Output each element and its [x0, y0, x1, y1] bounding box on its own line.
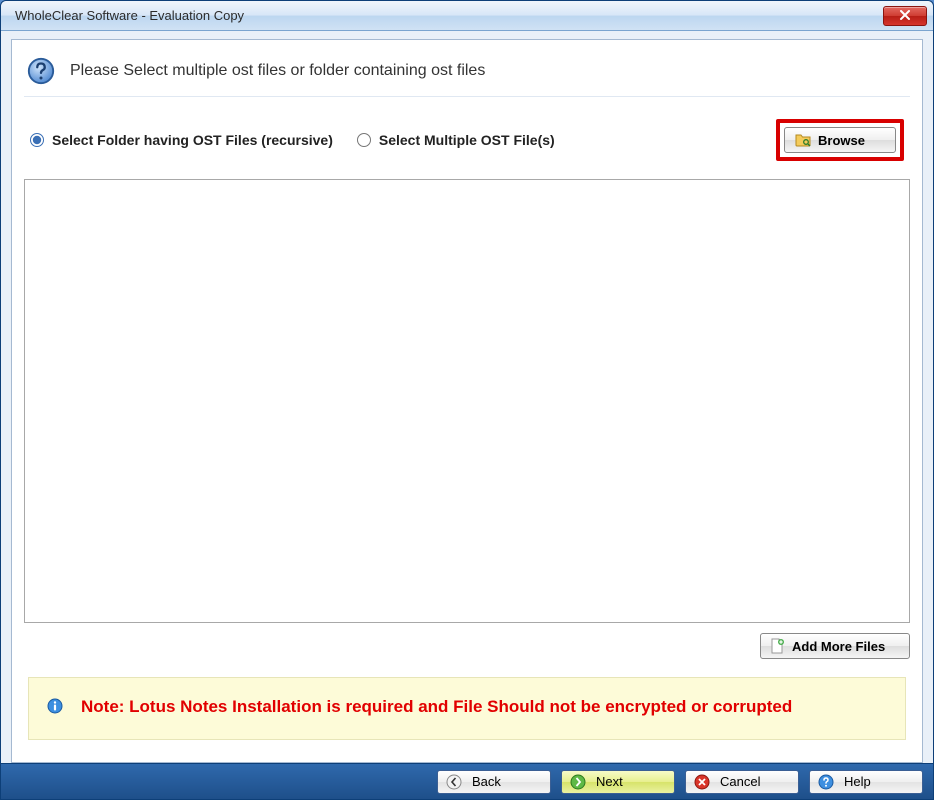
add-more-row: Add More Files	[24, 623, 910, 673]
browse-highlight: Browse	[776, 119, 904, 161]
radio-multiple[interactable]: Select Multiple OST File(s)	[357, 132, 555, 148]
next-label: Next	[596, 774, 623, 789]
titlebar: WholeClear Software - Evaluation Copy	[1, 1, 933, 31]
back-icon	[446, 774, 462, 790]
browse-button[interactable]: Browse	[784, 127, 896, 153]
footer-nav: Back Next Cancel	[1, 763, 933, 799]
main-content: Please Select multiple ost files or fold…	[11, 39, 923, 763]
note-box: Note: Lotus Notes Installation is requir…	[28, 677, 906, 740]
help-icon	[818, 774, 834, 790]
instruction-row: Please Select multiple ost files or fold…	[24, 50, 910, 97]
add-more-button[interactable]: Add More Files	[760, 633, 910, 659]
instruction-text: Please Select multiple ost files or fold…	[70, 62, 485, 80]
app-window: WholeClear Software - Evaluation Copy	[0, 0, 934, 800]
radio-folder[interactable]: Select Folder having OST Files (recursiv…	[30, 132, 333, 148]
add-more-label: Add More Files	[792, 639, 885, 654]
radio-folder-label: Select Folder having OST Files (recursiv…	[52, 132, 333, 148]
file-add-icon	[769, 638, 785, 654]
next-icon	[570, 774, 586, 790]
cancel-label: Cancel	[720, 774, 760, 789]
back-label: Back	[472, 774, 501, 789]
help-button[interactable]: Help	[809, 770, 923, 794]
radio-multiple-input[interactable]	[357, 133, 371, 147]
help-label: Help	[844, 774, 871, 789]
next-button[interactable]: Next	[561, 770, 675, 794]
radio-multiple-label: Select Multiple OST File(s)	[379, 132, 555, 148]
question-icon	[26, 56, 56, 86]
title-group: WholeClear Software - Evaluation Copy	[9, 8, 244, 23]
window-title: WholeClear Software - Evaluation Copy	[15, 8, 244, 23]
close-icon	[899, 8, 911, 23]
option-row: Select Folder having OST Files (recursiv…	[24, 97, 910, 179]
browse-label: Browse	[818, 133, 865, 148]
cancel-icon	[694, 774, 710, 790]
back-button[interactable]: Back	[437, 770, 551, 794]
cancel-button[interactable]: Cancel	[685, 770, 799, 794]
file-list-area[interactable]	[24, 179, 910, 623]
radio-folder-input[interactable]	[30, 133, 44, 147]
folder-search-icon	[795, 132, 811, 148]
note-text: Note: Lotus Notes Installation is requir…	[81, 696, 792, 719]
close-button[interactable]	[883, 6, 927, 26]
info-icon	[47, 698, 63, 714]
